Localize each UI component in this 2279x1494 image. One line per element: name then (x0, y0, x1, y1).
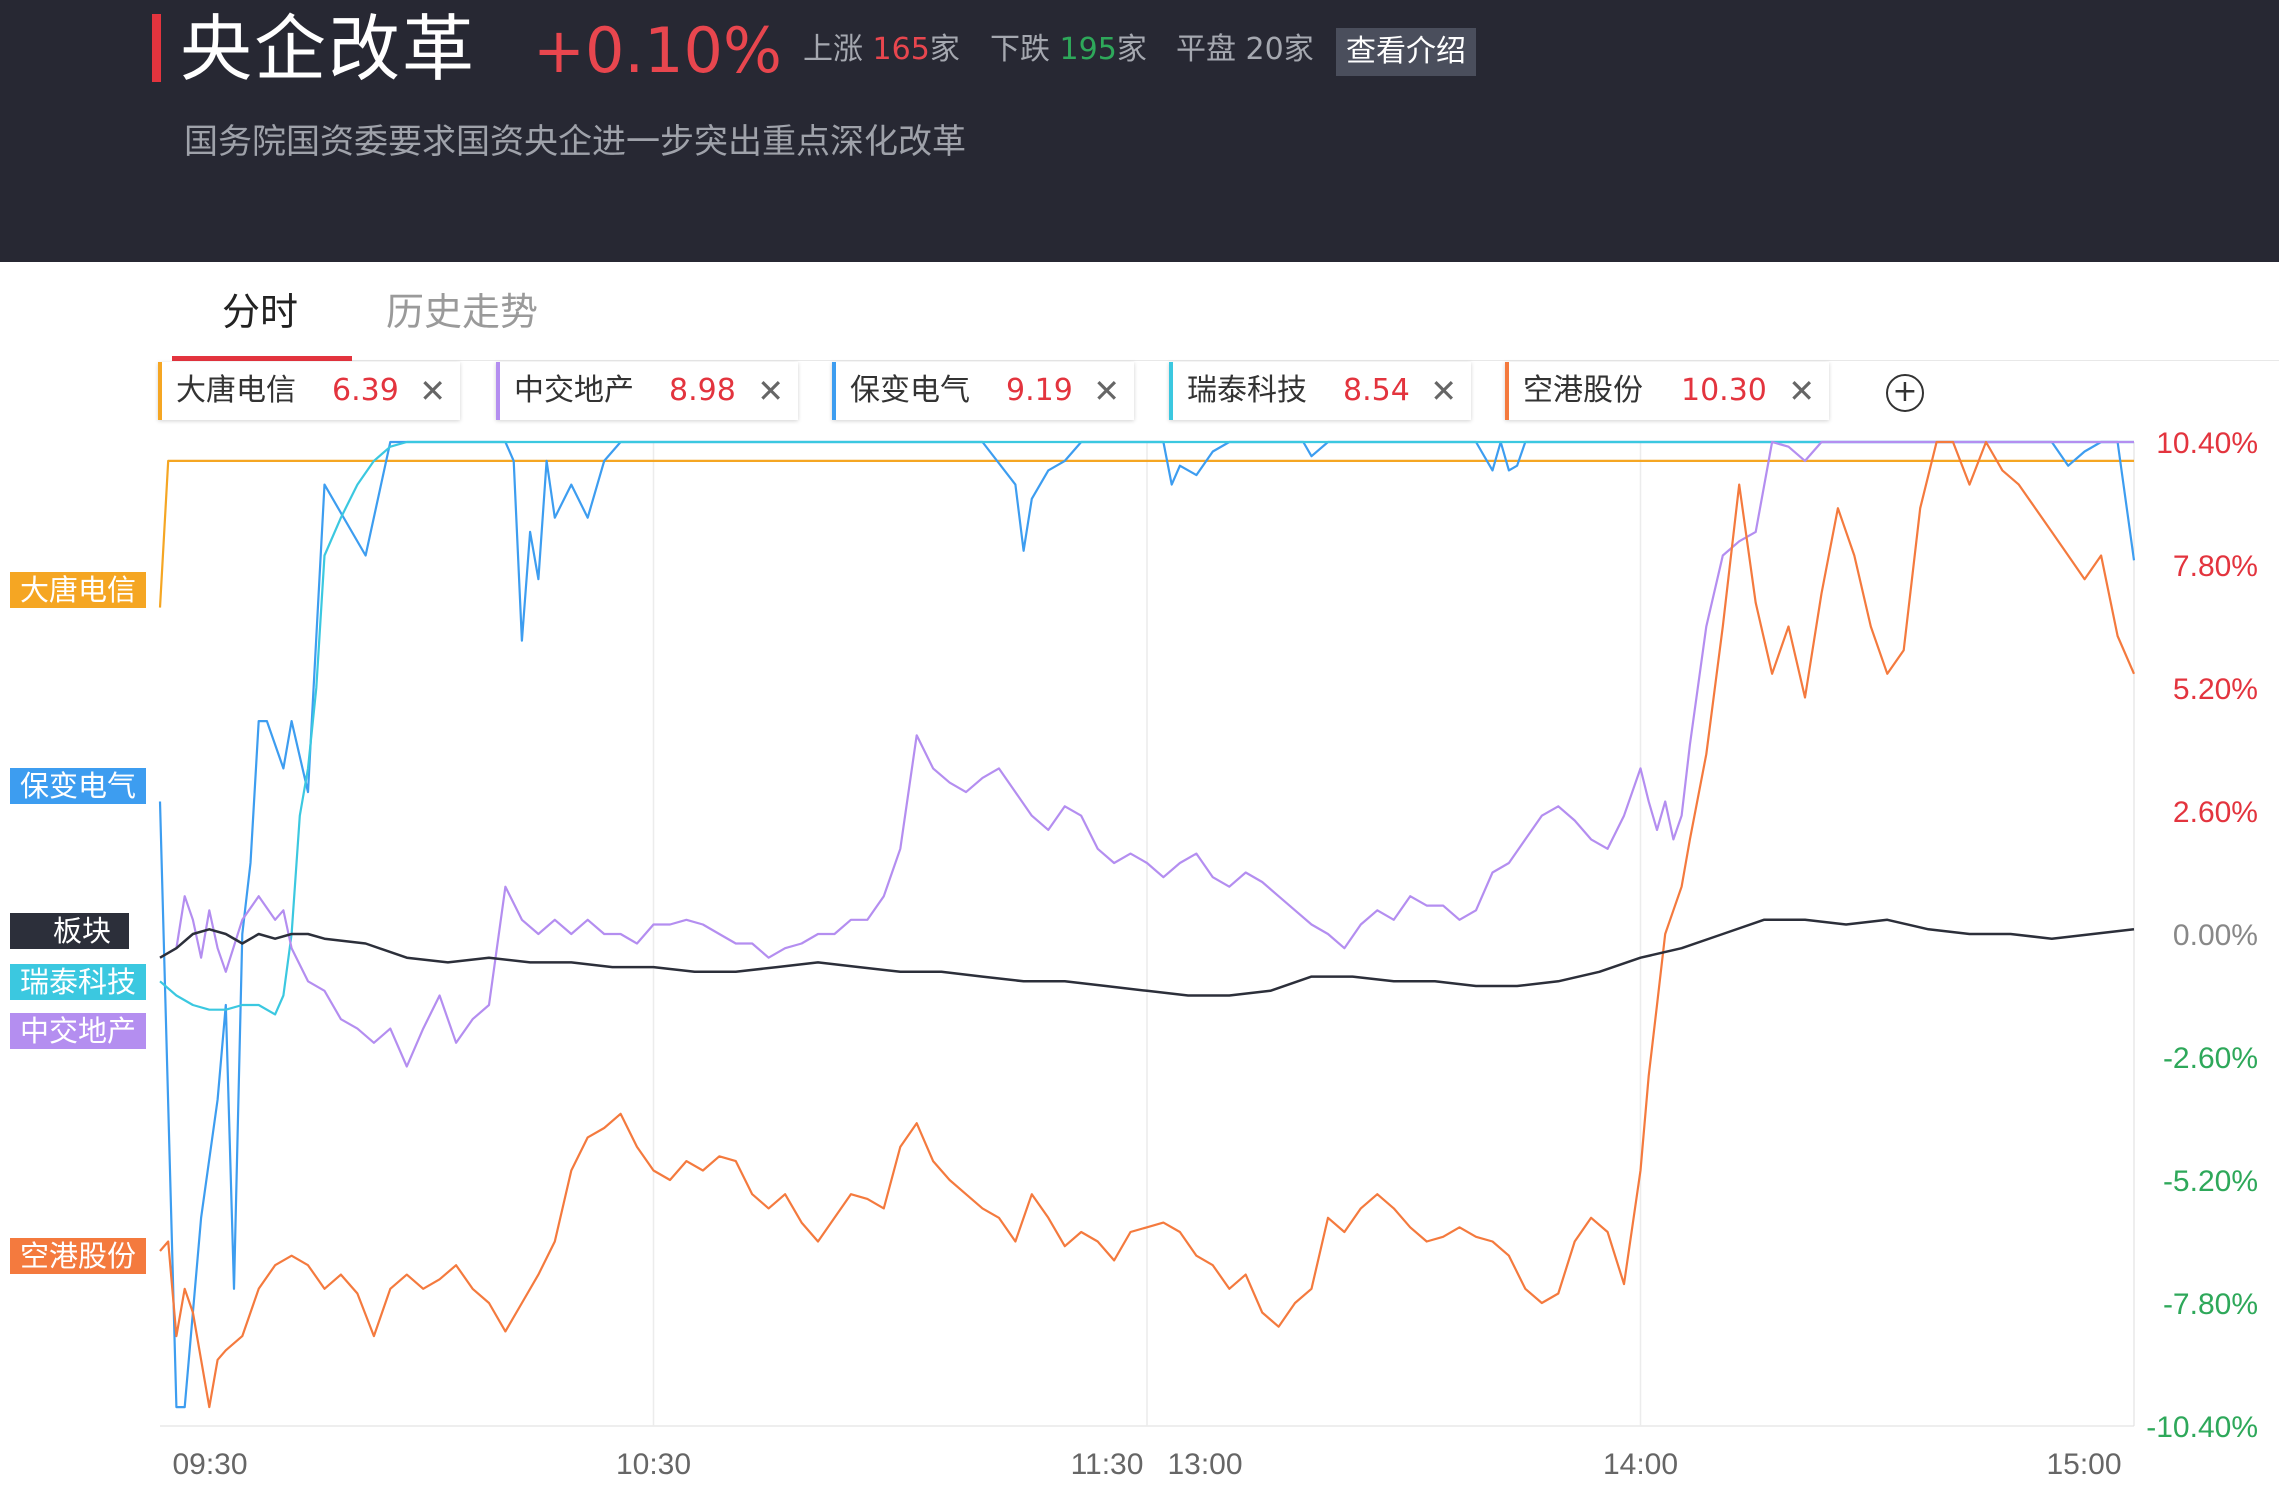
y-tick-label: 5.20% (2173, 673, 2258, 706)
close-icon[interactable]: ✕ (1430, 362, 1457, 420)
chip-name: 瑞泰科技 (1187, 373, 1307, 408)
x-tick-label: 14:00 (1603, 1448, 1678, 1481)
x-tick-label: 11:30 (1071, 1448, 1144, 1481)
add-stock-icon[interactable]: + (1886, 374, 1924, 412)
title-accent-bar (152, 14, 161, 82)
chip-name: 大唐电信 (176, 373, 296, 408)
chip-value: 10.30 (1681, 373, 1767, 408)
x-axis-ticks: 09:30 10:30 11:30 13:00 14:00 15:00 (172, 1448, 2121, 1481)
chip-name: 中交地产 (514, 373, 634, 408)
close-icon[interactable]: ✕ (419, 362, 446, 420)
y-tick-label: 7.80% (2173, 550, 2258, 583)
y-tick-label: 0.00% (2173, 919, 2258, 952)
x-tick-label: 13:00 (1167, 1448, 1242, 1481)
x-tick-label: 10:30 (616, 1448, 691, 1481)
topic-change: +0.10% (533, 14, 782, 87)
topic-subtitle: 国务院国资委要求国资央企进一步突出重点深化改革 (184, 122, 966, 162)
y-axis-ticks: 10.40% 7.80% 5.20% 2.60% 0.00% -2.60% -5.20% -7… (2146, 427, 2258, 1444)
chip-value: 6.39 (332, 373, 399, 408)
chip-color-bar (158, 362, 162, 420)
chip-color-bar (1169, 362, 1173, 420)
y-tick-label: -7.80% (2163, 1288, 2258, 1321)
x-tick-label: 09:30 (172, 1448, 247, 1481)
y-tick-label: 2.60% (2173, 796, 2258, 829)
flat-unit: 家 (1283, 32, 1314, 67)
close-icon[interactable]: ✕ (1093, 362, 1120, 420)
flat-count: 20 (1245, 32, 1284, 67)
chip-value: 9.19 (1006, 373, 1073, 408)
fall-stat: 下跌 195家 (990, 28, 1147, 72)
close-icon[interactable]: ✕ (757, 362, 784, 420)
topic-header: 央企改革 +0.10% 上涨 165家 下跌 195家 平盘 20家 查看介绍 … (0, 0, 2279, 262)
rise-unit: 家 (929, 32, 960, 67)
stock-chip-zhongjiao[interactable]: 中交地产 8.98 ✕ (496, 362, 798, 420)
y-tick-label: -2.60% (2163, 1042, 2258, 1075)
chip-name: 保变电气 (850, 373, 970, 408)
chip-color-bar (1505, 362, 1509, 420)
fall-count: 195 (1059, 32, 1117, 67)
x-tick-label: 15:00 (2046, 1448, 2121, 1481)
stock-chip-konggang[interactable]: 空港股份 10.30 ✕ (1505, 362, 1829, 420)
view-intro-button[interactable]: 查看介绍 (1336, 28, 1476, 76)
rise-label: 上涨 (803, 32, 863, 67)
rise-stat: 上涨 165家 (803, 28, 960, 72)
y-tick-label: -10.40% (2146, 1411, 2258, 1444)
chip-value: 8.54 (1343, 373, 1410, 408)
chip-value: 8.98 (669, 373, 736, 408)
y-tick-label: -5.20% (2163, 1165, 2258, 1198)
chip-color-bar (832, 362, 836, 420)
chip-color-bar (496, 362, 500, 420)
y-tick-label: 10.40% (2156, 427, 2258, 460)
fall-unit: 家 (1116, 32, 1147, 67)
chart-grid (160, 442, 2135, 1427)
fall-label: 下跌 (990, 32, 1050, 67)
stock-chip-datang[interactable]: 大唐电信 6.39 ✕ (158, 362, 460, 420)
flat-label: 平盘 (1176, 32, 1236, 67)
flat-stat: 平盘 20家 (1176, 28, 1314, 72)
stock-chip-baobian[interactable]: 保变电气 9.19 ✕ (832, 362, 1134, 420)
intraday-chart: 10.40% 7.80% 5.20% 2.60% 0.00% -2.60% -5.20% -7… (158, 427, 2258, 1481)
chip-name: 空港股份 (1523, 373, 1643, 408)
rise-count: 165 (872, 32, 930, 67)
active-tab-indicator (172, 356, 352, 361)
close-icon[interactable]: ✕ (1788, 362, 1815, 420)
topic-title: 央企改革 (180, 7, 477, 91)
tab-history[interactable]: 历史走势 (386, 284, 538, 340)
tab-intraday[interactable]: 分时 (222, 284, 298, 340)
tab-divider (172, 360, 2279, 361)
stock-chip-ruitai[interactable]: 瑞泰科技 8.54 ✕ (1169, 362, 1471, 420)
